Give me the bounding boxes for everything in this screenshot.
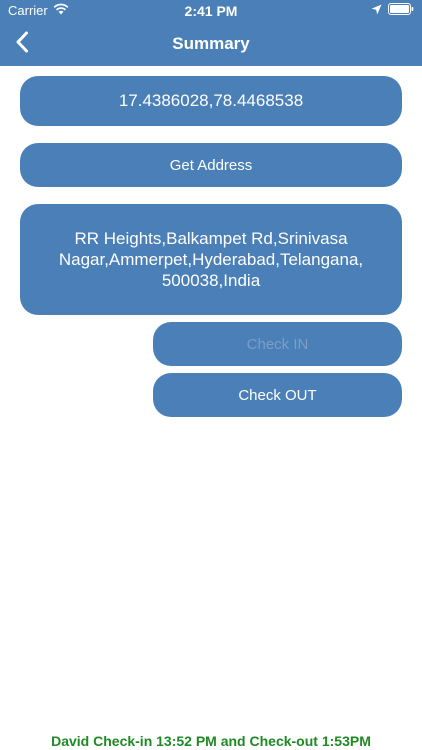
address-text: RR Heights,Balkampet Rd,Srinivasa Nagar,…: [58, 229, 364, 290]
header: Carrier 2:41 PM Summary: [0, 0, 422, 66]
check-out-button[interactable]: Check OUT: [153, 373, 402, 417]
coordinates-text: 17.4386028,78.4468538: [118, 91, 304, 110]
location-arrow-icon: [371, 3, 382, 18]
summary-screen: Carrier 2:41 PM Summary 17.4386028,78.44…: [0, 0, 422, 750]
status-bar: Carrier 2:41 PM: [0, 0, 422, 22]
check-in-label: Check IN: [246, 335, 309, 353]
check-in-button[interactable]: Check IN: [153, 322, 402, 366]
check-out-label: Check OUT: [238, 386, 317, 404]
page-title: Summary: [172, 34, 250, 53]
status-time: 2:41 PM: [184, 3, 238, 19]
attendance-status-text: David Check-in 13:52 PM and Check-out 1:…: [51, 733, 371, 749]
get-address-button[interactable]: Get Address: [20, 143, 402, 187]
battery-icon: [388, 3, 414, 18]
address-display: RR Heights,Balkampet Rd,Srinivasa Nagar,…: [20, 204, 402, 315]
coordinates-display: 17.4386028,78.4468538: [20, 76, 402, 126]
nav-bar: Summary: [0, 22, 422, 66]
status-right: [371, 3, 414, 18]
get-address-label: Get Address: [169, 156, 253, 174]
